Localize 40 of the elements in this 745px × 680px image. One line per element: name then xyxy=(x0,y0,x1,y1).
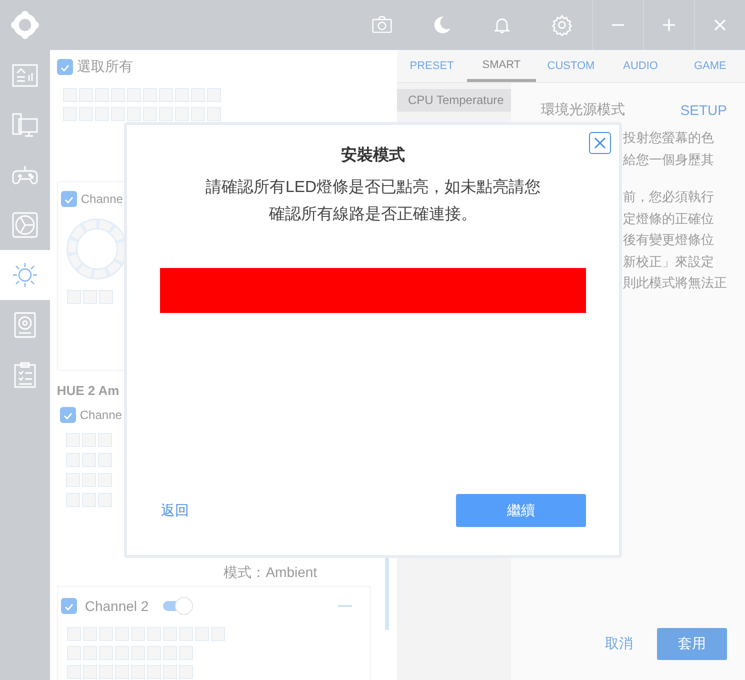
back-link[interactable]: 返回 xyxy=(161,502,189,520)
camera-icon[interactable] xyxy=(371,14,393,36)
cancel-button[interactable]: 取消 xyxy=(605,635,633,653)
led-grid-drawing xyxy=(66,290,113,304)
close-icon[interactable] xyxy=(713,18,727,32)
channel-label: Channel 2 xyxy=(84,598,149,614)
tab[interactable]: AUDIO xyxy=(606,50,676,82)
mode-title: 環境光源模式 xyxy=(541,101,625,119)
tab[interactable]: GAME xyxy=(675,50,745,82)
checkbox[interactable] xyxy=(60,407,76,423)
dialog-message: 請確認所有LED燈條是否已點亮，如未點亮請您 確認所有線路是否正確連接。 xyxy=(205,178,541,225)
toggle-switch[interactable] xyxy=(160,597,193,615)
settings-icon[interactable] xyxy=(551,14,573,36)
channel-label: Channe xyxy=(80,192,123,206)
collapse-icon[interactable] xyxy=(338,604,352,608)
sidebar-item[interactable] xyxy=(0,250,50,300)
fan-icon[interactable] xyxy=(10,211,39,239)
close-icon xyxy=(594,137,606,149)
close-button[interactable] xyxy=(589,132,611,154)
description-text: 投射您螢幕的色 給您一個身歷其 xyxy=(623,129,715,168)
plus-icon[interactable] xyxy=(662,18,676,32)
description-text: 前，您必須執行 定燈條的正確位 後有變更燈條位 新校正」來設定 則此模式將無法正 xyxy=(623,188,727,292)
logo-icon xyxy=(11,11,39,39)
checkbox[interactable] xyxy=(60,191,77,207)
mode-label: 模式：Ambient xyxy=(224,564,318,582)
setup-link[interactable]: SETUP xyxy=(680,102,727,118)
continue-button[interactable]: 繼續 xyxy=(456,494,586,527)
tab[interactable]: CUSTOM xyxy=(536,50,606,82)
checkbox[interactable] xyxy=(60,598,77,614)
dialog-title: 安裝模式 xyxy=(341,145,405,166)
sun-icon[interactable] xyxy=(10,261,39,289)
checkbox-label: 選取所有 xyxy=(76,58,133,76)
channel-label: Channe xyxy=(80,408,122,422)
source-item[interactable]: CPU Temperature xyxy=(397,89,511,112)
tab[interactable]: PRESET xyxy=(397,50,467,82)
group-title: HUE 2 Am xyxy=(56,383,120,398)
monitor-icon[interactable] xyxy=(10,111,39,139)
checkbox[interactable] xyxy=(56,59,73,75)
moon-icon[interactable] xyxy=(432,15,452,35)
apply-button[interactable]: 套用 xyxy=(657,628,727,660)
